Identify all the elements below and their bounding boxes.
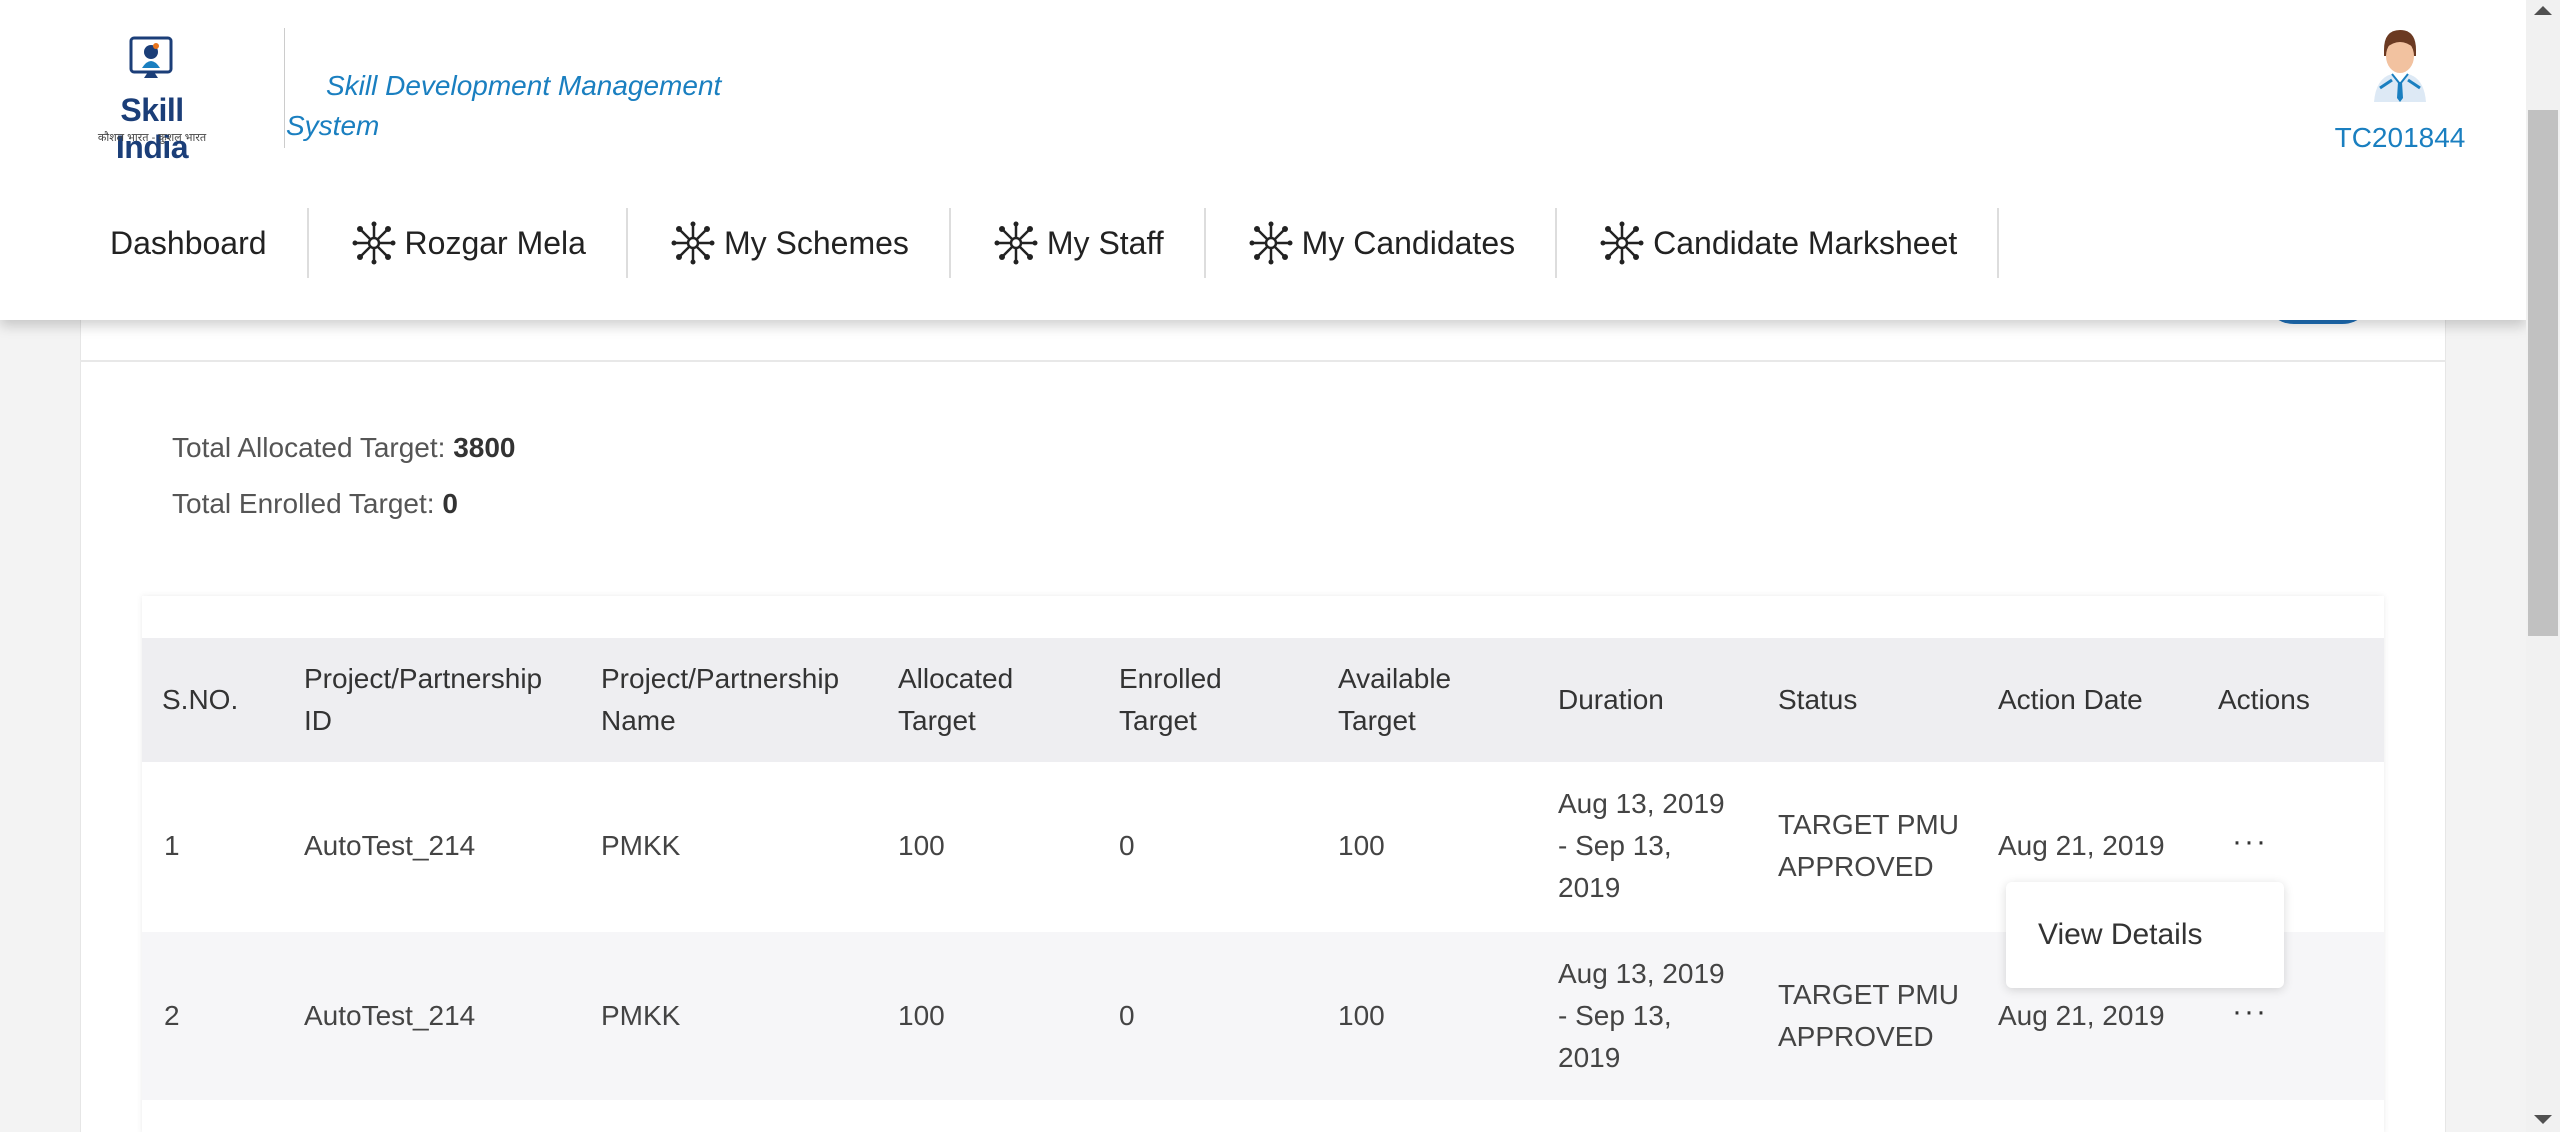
cell-sno: 2 [164, 1000, 180, 1031]
nav-item-label: My Schemes [723, 224, 909, 261]
cell-status: TARGET PMU APPROVED [1778, 809, 1959, 882]
nav-item-candidate-marksheet[interactable]: Candidate Marksheet [1557, 208, 2000, 278]
view-details-menu-item[interactable]: View Details [2006, 882, 2284, 988]
vertical-scrollbar[interactable] [2526, 0, 2560, 1132]
cell-available: 100 [1338, 1000, 1385, 1031]
header-available-target: Available Target [1338, 663, 1452, 736]
scroll-up-icon[interactable] [2534, 6, 2552, 15]
nav-item-rozgar-mela[interactable]: Rozgar Mela [309, 208, 628, 278]
page: Total Allocated Target: 3800 Total Enrol… [0, 0, 2560, 1132]
header-project-name: Project/Partnership Name [601, 663, 840, 736]
scroll-down-icon[interactable] [2534, 1115, 2552, 1124]
scroll-thumb[interactable] [2528, 110, 2558, 636]
nav-item-label: Rozgar Mela [404, 224, 586, 261]
nav-item-label: My Candidates [1301, 224, 1516, 261]
targets-table: S.NO. Project/Partnership ID Project/Part… [142, 596, 2384, 1132]
main-nav: Dashboard Rozgar Mela My Schemes My Staf… [86, 208, 2000, 278]
skill-india-logo[interactable]: Skill India कौशल भारत - कुशल भारत [82, 34, 222, 165]
header-action-date: Action Date [1998, 684, 2143, 715]
cell-available: 100 [1338, 830, 1385, 861]
cell-project-name: PMKK [601, 830, 681, 861]
user-avatar-icon [2374, 30, 2426, 102]
logo-tagline: कौशल भारत - कुशल भारत [97, 132, 207, 144]
total-enrolled: Total Enrolled Target: 0 [172, 488, 458, 519]
nav-item-my-schemes[interactable]: My Schemes [628, 208, 951, 278]
nav-item-dashboard[interactable]: Dashboard [86, 208, 309, 278]
header-project-id: Project/Partnership ID [304, 663, 543, 736]
cell-allocated: 100 [898, 1000, 945, 1031]
top-header: Skill India कौशल भारत - कुशल भारत Skill … [0, 0, 2526, 320]
skill-india-emblem-icon [129, 36, 173, 78]
network-icon [352, 221, 396, 265]
network-icon [1600, 221, 1644, 265]
user-id: TC201844 [2334, 122, 2466, 153]
nav-item-my-staff[interactable]: My Staff [951, 208, 1206, 278]
cell-project-id: AutoTest_214 [304, 1000, 476, 1031]
header-sno: S.NO. [162, 684, 239, 715]
header-duration: Duration [1558, 684, 1664, 715]
table-header-row: S.NO. Project/Partnership ID Project/Part… [142, 638, 2384, 762]
nav-item-label: My Staff [1046, 224, 1164, 261]
nav-item-label: Dashboard [110, 224, 267, 261]
network-icon [994, 221, 1038, 265]
app-title: Skill Development Management System [286, 70, 722, 141]
logo-divider [284, 28, 285, 148]
user-profile[interactable]: TC201844 [2330, 28, 2470, 163]
header-actions: Actions [2218, 684, 2310, 715]
header-allocated-target: Allocated Target [898, 663, 1014, 736]
cell-enrolled: 0 [1119, 830, 1135, 861]
cell-sno: 1 [164, 830, 180, 861]
header-enrolled-target: Enrolled Target [1119, 663, 1222, 736]
logo-text: Skill India [115, 92, 189, 165]
cell-enrolled: 0 [1119, 1000, 1135, 1031]
cell-duration: Aug 13, 2019- Sep 13, 2019 [1558, 788, 1725, 903]
card-divider [80, 360, 2446, 362]
cell-duration: Aug 13, 2019- Sep 13, 2019 [1558, 958, 1725, 1073]
network-icon [671, 221, 715, 265]
nav-item-label: Candidate Marksheet [1653, 224, 1958, 261]
cell-project-name: PMKK [601, 1000, 681, 1031]
cell-status: TARGET PMU APPROVED [1778, 979, 1959, 1052]
totals-summary: Total Allocated Target: 3800 Total Enrol… [172, 420, 516, 532]
header-status: Status [1778, 684, 1858, 715]
total-allocated: Total Allocated Target: 3800 [172, 432, 516, 463]
cell-allocated: 100 [898, 830, 945, 861]
nav-item-my-candidates[interactable]: My Candidates [1206, 208, 1558, 278]
cell-project-id: AutoTest_214 [304, 830, 476, 861]
network-icon [1249, 221, 1293, 265]
